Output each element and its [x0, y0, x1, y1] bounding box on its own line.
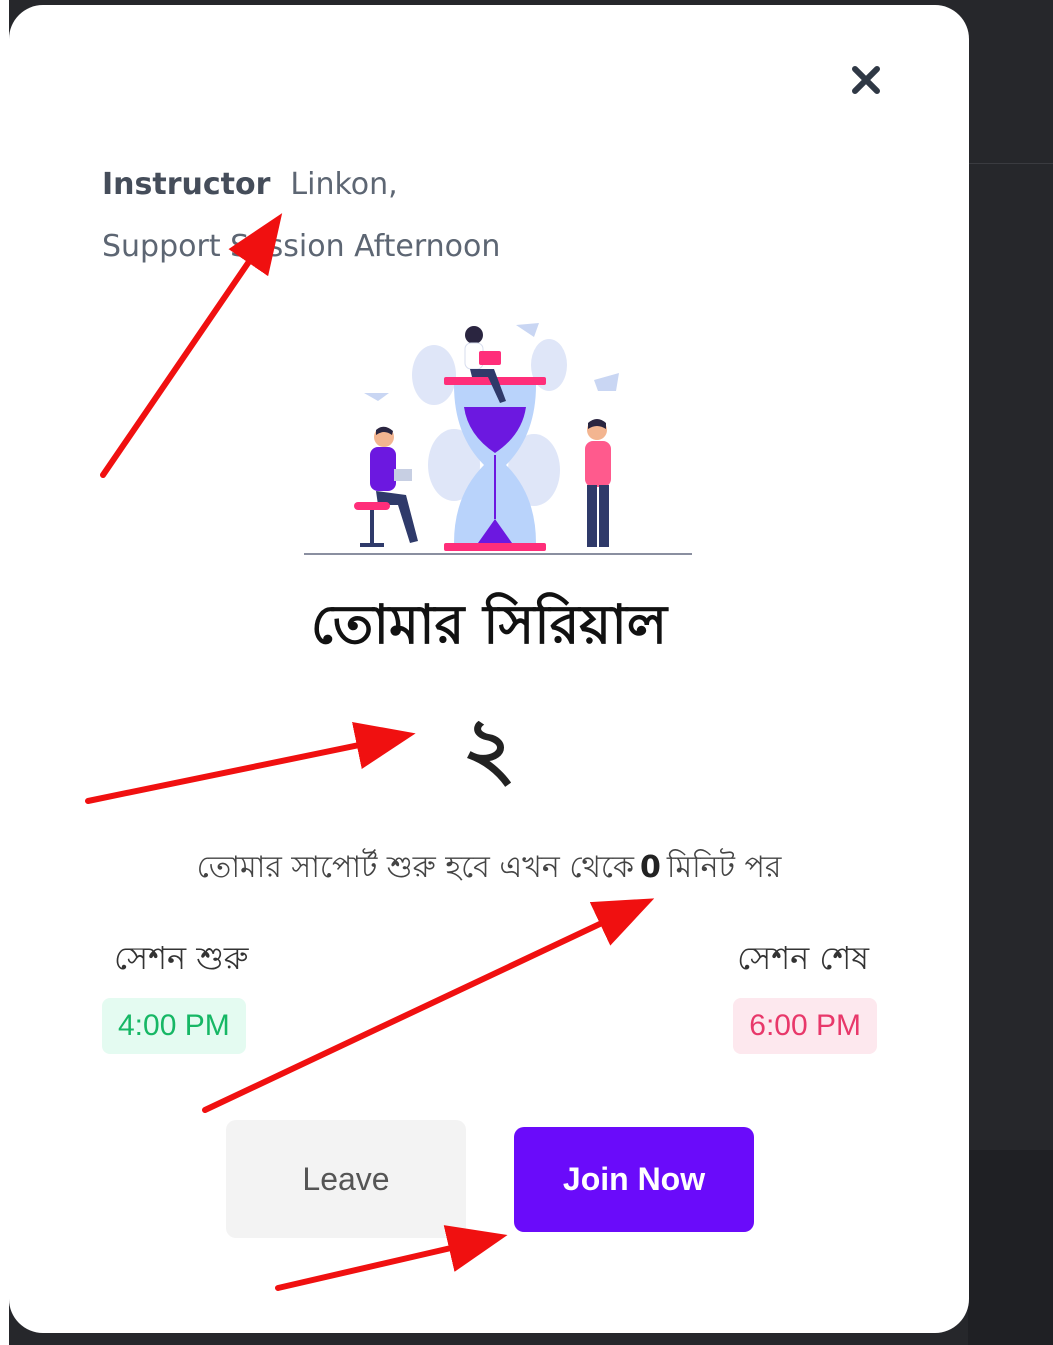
hourglass-waiting-illustration [304, 323, 692, 555]
leave-button[interactable]: Leave [226, 1120, 466, 1238]
close-button[interactable] [847, 61, 885, 99]
person-standing [585, 419, 611, 547]
serial-number: ২ [461, 699, 517, 797]
session-modal: Instructor Linkon, Support Session Aftern… [9, 5, 969, 1333]
instructor-line: Instructor Linkon, [102, 167, 398, 202]
backdrop-panel [968, 1150, 1053, 1345]
wait-message: তোমার সাপোর্ট শুরু হবে এখন থেকে 0 মিনিট পর [9, 843, 969, 894]
wait-message-before: তোমার সাপোর্ট শুরু হবে এখন থেকে [196, 850, 634, 885]
session-end-label: সেশন শেষ [737, 939, 869, 977]
instructor-label: Instructor [102, 167, 271, 202]
wait-message-after: মিনিট পর [666, 850, 782, 885]
session-start-label: সেশন শুরু [114, 939, 249, 977]
backdrop-divider [968, 163, 1053, 164]
wait-minutes: 0 [639, 850, 661, 885]
session-end-time: 6:00 PM [733, 998, 877, 1054]
left-edge [0, 0, 9, 1345]
session-name: Support Session Afternoon [102, 229, 501, 264]
close-icon [852, 66, 880, 94]
serial-title: তোমার সিরিয়াল [310, 593, 668, 656]
instructor-name: Linkon, [290, 167, 398, 202]
session-start-time: 4:00 PM [102, 998, 246, 1054]
join-now-button[interactable]: Join Now [514, 1127, 754, 1232]
person-sitting [354, 426, 418, 547]
